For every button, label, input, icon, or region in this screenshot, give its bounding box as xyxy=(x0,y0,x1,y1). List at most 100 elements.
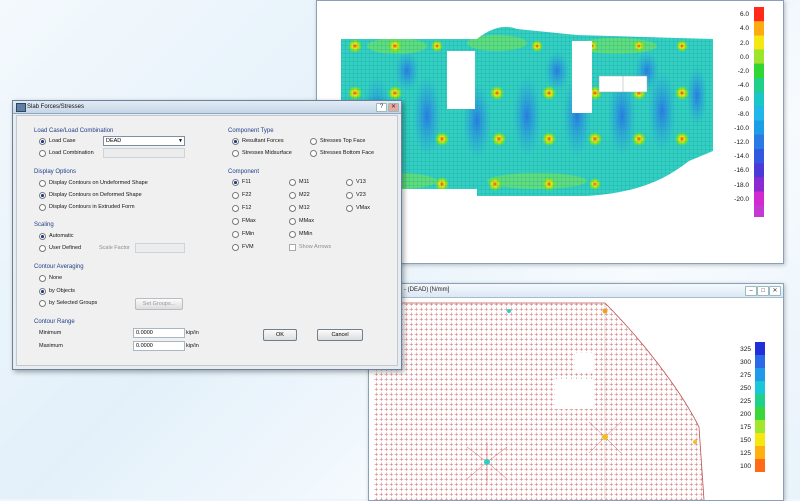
stresses-bottom-face-radio[interactable] xyxy=(310,150,317,157)
scale-factor-field xyxy=(135,243,185,253)
color-scale-swatch xyxy=(754,35,764,50)
component-mmax-label: MMax xyxy=(299,218,314,224)
stresses-midsurface-radio[interactable] xyxy=(232,150,239,157)
color-scale-label: -14.0 xyxy=(734,153,749,161)
load-case-radio[interactable] xyxy=(39,138,46,145)
component-mmax-radio[interactable] xyxy=(289,218,296,225)
averaging-none-label: None xyxy=(49,275,63,281)
component-m22-label: M22 xyxy=(299,192,310,198)
by-selected-groups-radio[interactable] xyxy=(39,300,46,307)
color-scale-label: 2.0 xyxy=(739,39,749,47)
component-mmin-radio[interactable] xyxy=(289,231,296,238)
color-scale-swatch xyxy=(754,177,764,192)
load-case-dropdown[interactable]: DEAD ▼ xyxy=(103,136,185,146)
component-fmin-radio[interactable] xyxy=(232,231,239,238)
color-scale-swatch xyxy=(755,342,765,355)
averaging-none-radio[interactable] xyxy=(39,275,46,282)
component-f12-radio[interactable] xyxy=(232,205,239,212)
load-combination-radio[interactable] xyxy=(39,150,46,157)
minimize-button[interactable]: – xyxy=(745,286,757,296)
color-scale-bar-top xyxy=(754,7,764,217)
color-scale-swatch xyxy=(755,420,765,433)
color-scale-swatch xyxy=(754,191,764,206)
show-arrows-checkbox[interactable] xyxy=(289,244,296,251)
user-defined-radio[interactable] xyxy=(39,245,46,252)
component-m22-radio[interactable] xyxy=(289,192,296,199)
show-arrows-label: Show Arrows xyxy=(299,244,332,250)
color-scale-swatch xyxy=(755,407,765,420)
color-scale-swatch xyxy=(754,134,764,149)
color-scale-label: 250 xyxy=(740,384,751,392)
close-dialog-button[interactable]: ✕ xyxy=(388,103,399,112)
maximum-label: Maximum xyxy=(39,343,63,349)
color-scale-swatch xyxy=(754,92,764,107)
component-type-group-title: Component Type xyxy=(228,128,274,134)
component-vmax-radio[interactable] xyxy=(346,205,353,212)
user-defined-label: User Defined xyxy=(49,245,82,251)
component-v13-radio[interactable] xyxy=(346,179,353,186)
extruded-radio[interactable] xyxy=(39,204,46,211)
dialog-body: Load Case/Load Combination Load Case DEA… xyxy=(16,115,398,366)
undeformed-label: Display Contours on Undeformed Shape xyxy=(49,180,148,186)
color-scale-swatch xyxy=(754,63,764,78)
component-f22-label: F22 xyxy=(242,192,252,198)
color-scale-swatch xyxy=(754,120,764,135)
close-window-button[interactable]: ✕ xyxy=(769,286,781,296)
display-options-group-title: Display Options xyxy=(34,169,77,175)
dialog-title: Slab Forces/Stresses xyxy=(27,103,85,110)
contour-plot-window-bottom[interactable]: n - (DEAD) [N/mm] – □ ✕ 325 300 275 250 … xyxy=(368,283,784,501)
color-scale-swatch xyxy=(754,163,764,178)
maximum-unit: kip/in xyxy=(186,343,199,349)
color-scale-label: 275 xyxy=(740,371,751,379)
ok-button[interactable]: OK xyxy=(263,329,297,341)
component-f11-label: F11 xyxy=(242,179,252,185)
component-v13-label: V13 xyxy=(356,179,366,185)
component-m12-radio[interactable] xyxy=(289,205,296,212)
deformed-radio[interactable] xyxy=(39,192,46,199)
color-scale-label: 300 xyxy=(740,358,751,366)
component-fvm-radio[interactable] xyxy=(232,244,239,251)
maximize-button[interactable]: □ xyxy=(757,286,769,296)
component-f22-radio[interactable] xyxy=(232,192,239,199)
cancel-button[interactable]: Cancel xyxy=(317,329,363,341)
color-scale-label: -6.0 xyxy=(737,96,749,104)
color-scale-label: -12.0 xyxy=(734,138,749,146)
minimum-input[interactable]: 0.0000 xyxy=(133,328,185,338)
app-icon xyxy=(16,103,26,112)
help-button[interactable]: ? xyxy=(376,103,387,112)
color-scale-label: 225 xyxy=(740,397,751,405)
color-scale-swatch xyxy=(754,78,764,93)
by-objects-radio[interactable] xyxy=(39,288,46,295)
component-f12-label: F12 xyxy=(242,205,252,211)
component-m12-label: M12 xyxy=(299,205,310,211)
component-m11-radio[interactable] xyxy=(289,179,296,186)
color-scale-label: 200 xyxy=(740,410,751,418)
maximum-input[interactable]: 0.0000 xyxy=(133,341,185,351)
load-case-group-title: Load Case/Load Combination xyxy=(34,128,114,134)
set-groups-button[interactable]: Set Groups... xyxy=(135,298,183,310)
deformed-label: Display Contours on Deformed Shape xyxy=(49,192,142,198)
component-f11-radio[interactable] xyxy=(232,179,239,186)
slab-forces-stresses-dialog[interactable]: Slab Forces/Stresses ? ✕ Load Case/Load … xyxy=(12,100,402,370)
component-v23-radio[interactable] xyxy=(346,192,353,199)
component-fmax-radio[interactable] xyxy=(232,218,239,225)
undeformed-radio[interactable] xyxy=(39,180,46,187)
automatic-radio[interactable] xyxy=(39,233,46,240)
by-objects-label: by Objects xyxy=(49,288,75,294)
color-scale-swatch xyxy=(754,21,764,36)
dialog-titlebar[interactable]: Slab Forces/Stresses ? ✕ xyxy=(13,101,401,114)
stresses-midsurface-label: Stresses Midsurface xyxy=(242,150,292,156)
color-scale-label: 125 xyxy=(740,449,751,457)
stresses-top-face-radio[interactable] xyxy=(310,138,317,145)
color-scale-swatch xyxy=(754,149,764,164)
component-fmin-label: FMin xyxy=(242,231,255,237)
contour-averaging-group-title: Contour Averaging xyxy=(34,264,84,270)
plot-window-titlebar[interactable]: n - (DEAD) [N/mm] – □ ✕ xyxy=(369,284,783,298)
color-scale-swatch xyxy=(755,368,765,381)
color-scale-swatch xyxy=(755,381,765,394)
resultant-forces-radio[interactable] xyxy=(232,138,239,145)
minimum-unit: kip/in xyxy=(186,330,199,336)
scale-factor-label: Scale Factor xyxy=(99,245,130,251)
stresses-bottom-face-label: Stresses Bottom Face xyxy=(320,150,375,156)
by-selected-groups-label: by Selected Groups xyxy=(49,300,98,306)
